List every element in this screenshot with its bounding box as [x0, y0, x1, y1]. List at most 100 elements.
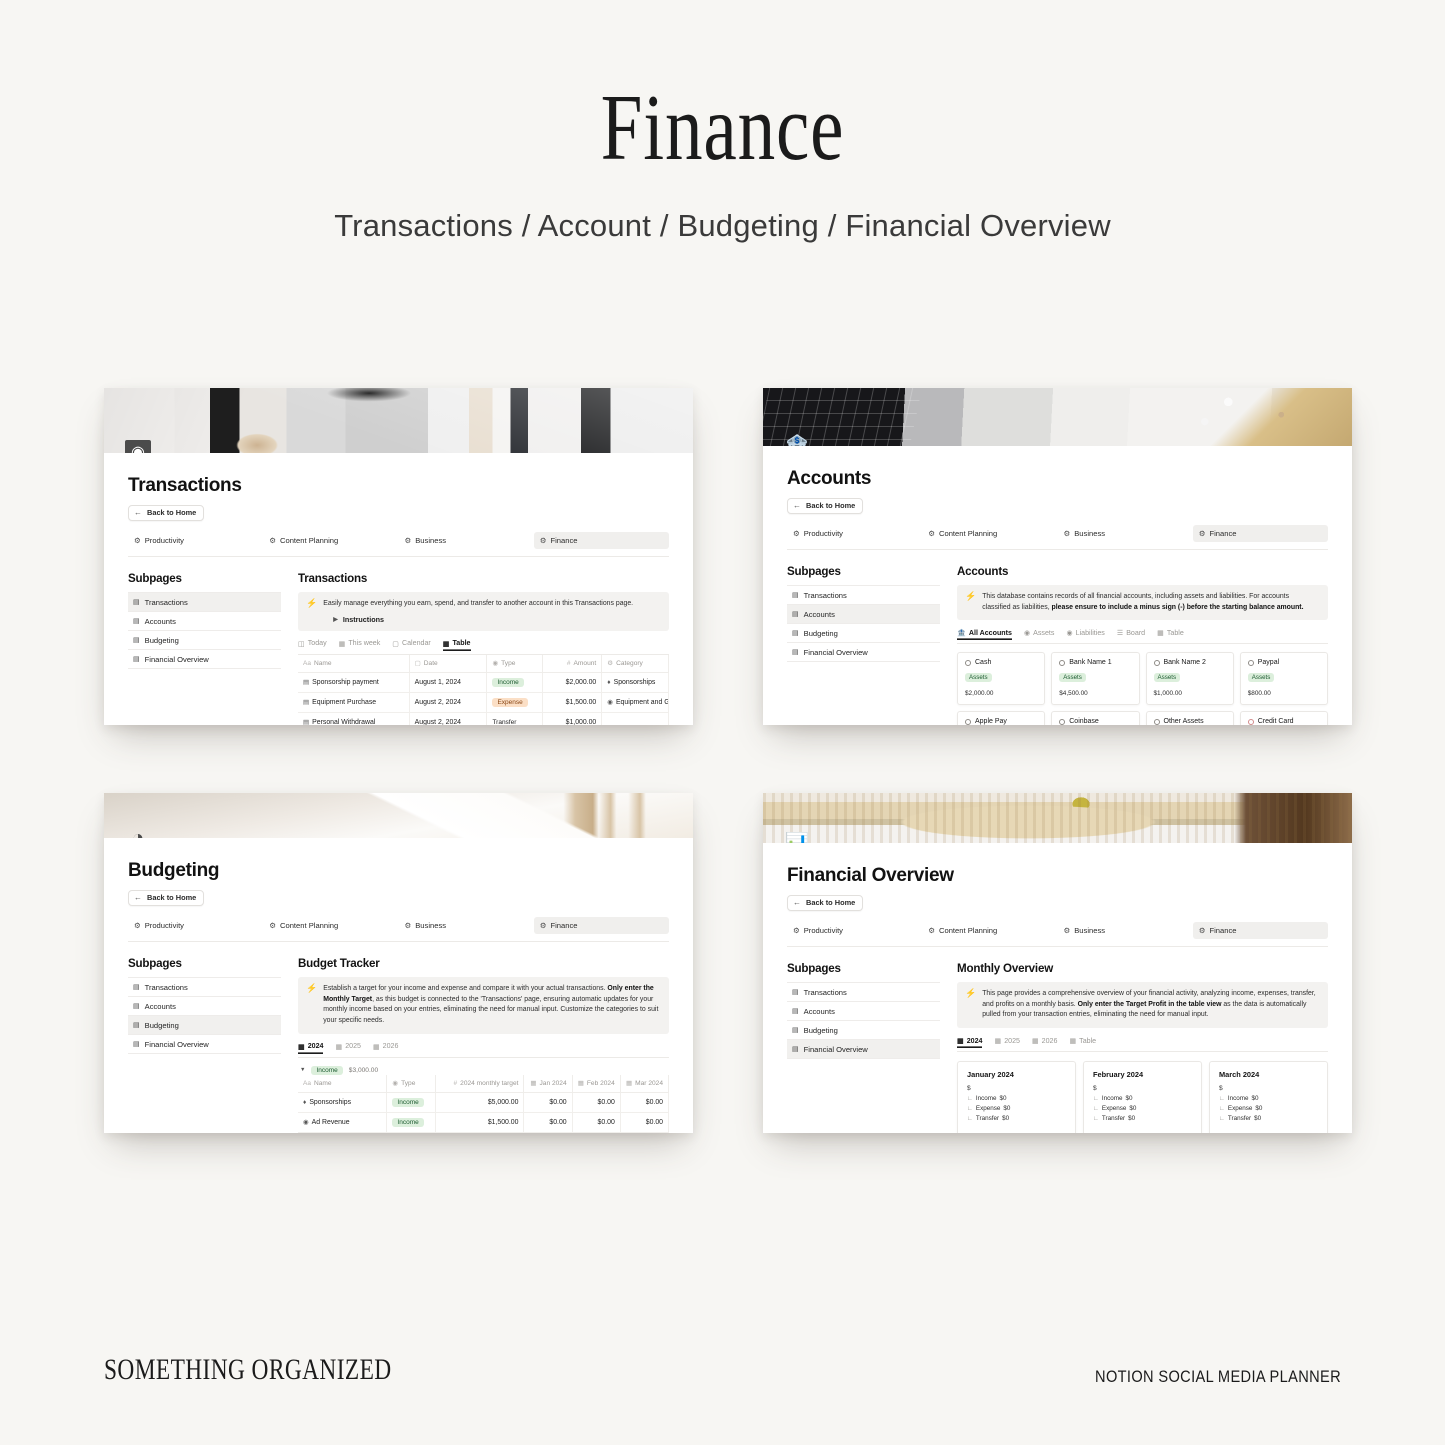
back-to-home-label: Back to Home [147, 893, 197, 902]
table-row[interactable]: ✱Affiliate Marketing Income $1,000.00 $0… [298, 1132, 670, 1133]
account-card[interactable]: Cash Assets $2,000.00 [957, 652, 1046, 706]
nav-item-finance[interactable]: ⚙ Finance [533, 532, 669, 549]
sidebar-item-accounts[interactable]: ▤ Accounts [787, 1002, 940, 1021]
tab-all-accounts[interactable]: 🏦 All Accounts [957, 628, 1012, 640]
nav-item-finance[interactable]: ⚙ Finance [1192, 922, 1328, 939]
account-card[interactable]: CoinbaseAssets$0.00 [1051, 711, 1140, 725]
tab-2026[interactable]: ▦ 2026 [1032, 1036, 1057, 1048]
sidebar-item-accounts[interactable]: ▤ Accounts [128, 612, 281, 631]
column-header-mar[interactable]: ▦ Mar 2024 [620, 1074, 670, 1093]
nav-item-content-planning[interactable]: ⚙ Content Planning [922, 922, 1057, 939]
sidebar-item-financial-overview[interactable]: ▤ Financial Overview [787, 643, 940, 662]
nav-item-productivity[interactable]: ⚙ Productivity [787, 525, 922, 542]
account-card[interactable]: Other AssetsAssets$0.00 [1145, 711, 1234, 725]
tab-table[interactable]: ▦ Table [443, 639, 471, 651]
column-header-date[interactable]: ▢ Date [409, 654, 488, 673]
nav-item-business[interactable]: ⚙ Business [399, 917, 534, 934]
column-header-type[interactable]: ◉ Type [486, 654, 543, 673]
sidebar-item-accounts[interactable]: ▤ Accounts [787, 605, 940, 624]
sidebar-item-transactions[interactable]: ▤ Transactions [128, 592, 281, 612]
puzzle-icon: ⚙ [793, 529, 800, 538]
sidebar-item-accounts[interactable]: ▤ Accounts [128, 997, 281, 1016]
corner-icon: ∟ [1093, 1115, 1099, 1122]
column-header-target[interactable]: #2024 monthly target [435, 1074, 525, 1093]
sidebar-item-budgeting[interactable]: ▤ Budgeting [128, 1016, 281, 1035]
column-header-name[interactable]: Aa Name [298, 1074, 388, 1093]
panel-transactions[interactable]: ◉ Transactions ← Back to Home ⚙ Productiv… [104, 388, 693, 725]
account-card[interactable]: Apple PayAssets$1,000.00 [957, 711, 1046, 725]
cell-mar: $0.00 [620, 1092, 670, 1113]
tab-2025[interactable]: ▦ 2025 [335, 1042, 360, 1054]
column-header-amount[interactable]: # Amount [542, 654, 603, 673]
nav-item-business[interactable]: ⚙ Business [1058, 922, 1193, 939]
nav-item-content-planning[interactable]: ⚙ Content Planning [922, 525, 1057, 542]
nav-item-content-planning[interactable]: ⚙ Content Planning [263, 917, 398, 934]
sidebar-item-budgeting[interactable]: ▤ Budgeting [787, 624, 940, 643]
cell-mar: $0.00 [620, 1132, 670, 1133]
main-content: Monthly Overview ⚡ This page provides a … [957, 962, 1328, 1133]
tab-today[interactable]: ◫ Today [298, 639, 327, 651]
sidebar-item-budgeting[interactable]: ▤ Budgeting [128, 631, 281, 650]
back-to-home-button[interactable]: ← Back to Home [787, 895, 864, 911]
status-badge: Assets [1059, 673, 1086, 683]
nav-item-business[interactable]: ⚙ Business [1058, 525, 1193, 542]
tab-2026[interactable]: ▦ 2026 [373, 1042, 398, 1054]
group-row-income[interactable]: ▼ Income $3,000.00 [298, 1065, 669, 1075]
nav-item-finance[interactable]: ⚙ Finance [1192, 525, 1328, 542]
sidebar-item-transactions[interactable]: ▤ Transactions [787, 982, 940, 1002]
nav-item-business[interactable]: ⚙ Business [399, 532, 534, 549]
account-card[interactable]: Bank Name 1 Assets $4,500.00 [1051, 652, 1140, 706]
month-card[interactable]: January 2024 $ ∟ Income $0 ∟ Expense $0 ∟ Tra… [957, 1061, 1076, 1133]
table-row[interactable]: ♦ Sponsorships Income $5,000.00 $0.00 $0.… [298, 1092, 670, 1113]
sidebar-item-financial-overview[interactable]: ▤ Financial Overview [128, 650, 281, 669]
panel-budgeting[interactable]: ◕ Budgeting ← Back to Home ⚙ Productivity… [104, 793, 693, 1133]
account-card[interactable]: Paypal Assets $800.00 [1239, 652, 1328, 706]
panel-accounts[interactable]: 🏦 Accounts ← Back to Home ⚙ Productivity … [763, 388, 1352, 725]
nav-item-productivity[interactable]: ⚙ Productivity [128, 532, 263, 549]
sidebar-item-budgeting[interactable]: ▤ Budgeting [787, 1021, 940, 1040]
table-row[interactable]: ▤ Sponsorship payment August 1, 2024 Inco… [298, 672, 669, 693]
metric-income: ∟ Income $0 [1093, 1095, 1133, 1103]
sidebar-item-financial-overview[interactable]: ▤ Financial Overview [128, 1035, 281, 1054]
account-balance: $4,500.00 [1059, 690, 1088, 698]
panel-financial-overview[interactable]: 📊 Financial Overview ← Back to Home ⚙ Pro… [763, 793, 1352, 1133]
sidebar-item-transactions[interactable]: ▤ Transactions [128, 977, 281, 997]
cell-category: ♦ Sponsorships [601, 672, 669, 693]
nav-item-content-planning[interactable]: ⚙ Content Planning [263, 532, 398, 549]
column-header-name[interactable]: Aa Name [298, 654, 410, 673]
table-row[interactable]: ▤ Personal Withdrawal August 2, 2024 Tran… [298, 712, 669, 725]
tab-2025[interactable]: ▦ 2025 [994, 1036, 1019, 1048]
tab-2024[interactable]: ▦ 2024 [298, 1042, 323, 1054]
tab-table[interactable]: ▦ Table [1157, 628, 1184, 640]
back-to-home-button[interactable]: ← Back to Home [787, 498, 864, 514]
tab-2024[interactable]: ▦ 2024 [957, 1036, 982, 1048]
tab-table[interactable]: ▦ Table [1069, 1036, 1096, 1048]
account-card[interactable]: Credit CardLiabilities-$1,010.00 [1239, 711, 1328, 725]
nav-item-productivity[interactable]: ⚙ Productivity [787, 922, 922, 939]
nav-label: Content Planning [938, 529, 998, 538]
account-card[interactable]: Bank Name 2 Assets $1,000.00 [1145, 652, 1234, 706]
sidebar-item-financial-overview[interactable]: ▤ Financial Overview [787, 1040, 940, 1059]
column-header-category[interactable]: ⚙ Category [601, 654, 669, 673]
sidebar-item-transactions[interactable]: ▤ Transactions [787, 585, 940, 605]
column-header-feb[interactable]: ▦ Feb 2024 [572, 1074, 621, 1093]
nav-item-productivity[interactable]: ⚙ Productivity [128, 917, 263, 934]
instructions-toggle[interactable]: ▶ Instructions [323, 615, 660, 624]
tab-liabilities[interactable]: ◉ Liabilities [1066, 628, 1104, 640]
table-row[interactable]: ◉ Ad Revenue Income $1,500.00 $0.00 $0.00… [298, 1112, 670, 1133]
column-header-type[interactable]: ◉ Type [386, 1074, 436, 1093]
tab-this-week[interactable]: ▦ This week [339, 639, 381, 651]
column-header-jan[interactable]: ▦ Jan 2024 [523, 1074, 573, 1093]
sidebar-item-label: Financial Overview [803, 647, 868, 657]
month-card[interactable]: March 2024 $ ∟ Income $0 ∟ Expense $0 ∟ Trans… [1209, 1061, 1328, 1133]
back-to-home-button[interactable]: ← Back to Home [128, 890, 205, 906]
cell-name: ♦ Sponsorships [298, 1092, 388, 1113]
sidebar-item-label: Transactions [144, 597, 188, 607]
tab-calendar[interactable]: ▢ Calendar [392, 639, 431, 651]
tab-assets[interactable]: ◉ Assets [1024, 628, 1055, 640]
tab-board[interactable]: ☰ Board [1117, 628, 1145, 640]
back-to-home-button[interactable]: ← Back to Home [128, 505, 205, 521]
nav-item-finance[interactable]: ⚙ Finance [533, 917, 669, 934]
table-row[interactable]: ▤ Equipment Purchase August 2, 2024 Expen… [298, 692, 669, 713]
month-card[interactable]: February 2024 $ ∟ Income $0 ∟ Expense $0 ∟ Tr… [1083, 1061, 1202, 1133]
